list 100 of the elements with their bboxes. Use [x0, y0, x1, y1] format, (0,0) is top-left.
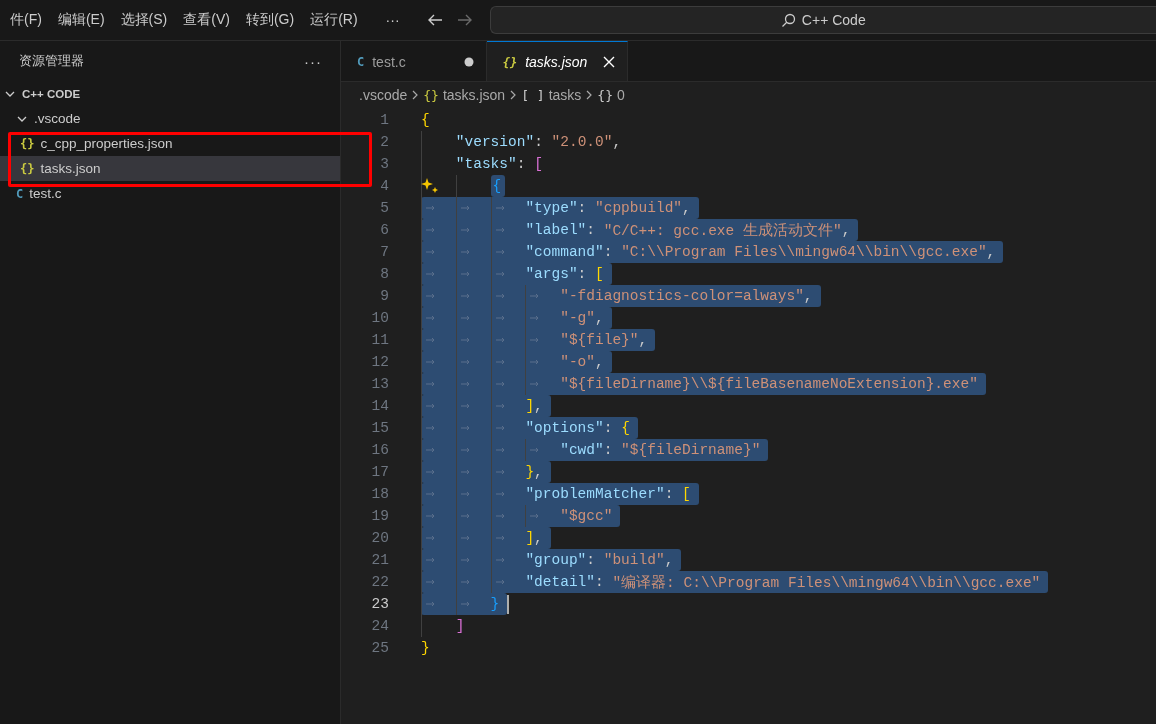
tab-arrow-icon	[460, 293, 471, 299]
code-token: :	[603, 420, 614, 436]
tab-arrow-icon	[495, 227, 506, 233]
tab-arrow-icon	[426, 315, 436, 321]
tab-arrow-icon	[495, 491, 506, 497]
menu-item[interactable]: 运行(R)	[302, 11, 366, 29]
code-token: "${fileDirname}"	[621, 442, 761, 458]
symbol-icon: {}	[423, 87, 439, 103]
code-token: "command"	[525, 244, 604, 260]
file-label: tasks.json	[40, 161, 101, 176]
command-center[interactable]: C++ Code	[489, 6, 1156, 34]
line-number: 2	[379, 134, 389, 150]
breadcrumb-item[interactable]: tasks	[548, 87, 582, 103]
menu-item[interactable]: 查看(V)	[175, 11, 238, 29]
sparkle-icon[interactable]	[421, 177, 439, 195]
tab-arrow-icon	[426, 469, 436, 475]
tab-arrow-icon	[495, 557, 506, 563]
code-token: "group"	[525, 552, 587, 568]
tab-arrow-icon	[426, 205, 436, 211]
folder-label: .vscode	[34, 111, 81, 126]
line-number: 22	[370, 574, 389, 590]
tab-arrow-icon	[460, 381, 471, 387]
tab-arrow-icon	[426, 249, 436, 255]
code-token: "tasks"	[455, 156, 517, 172]
code-token: "label"	[525, 222, 587, 238]
code-token: :	[586, 222, 596, 238]
tab-arrow-icon	[426, 579, 436, 585]
line-number: 11	[370, 332, 389, 348]
menu-item[interactable]: 选择(S)	[112, 11, 176, 29]
line-number: 13	[370, 376, 389, 392]
tab-arrow-icon	[426, 513, 436, 519]
line-number: 12	[370, 354, 389, 370]
more-button[interactable]: ···	[304, 52, 322, 70]
tab-arrow-icon	[426, 535, 436, 541]
breadcrumb-item[interactable]: tasks.json	[442, 87, 506, 103]
code-token: "2.0.0"	[551, 134, 613, 150]
search-text: C++ Code	[801, 12, 866, 28]
tab-arrow-icon	[460, 403, 471, 409]
tree-item[interactable]: C++ CODE	[0, 81, 340, 106]
code-token: "options"	[525, 420, 604, 436]
tab-arrow-icon	[495, 535, 506, 541]
code-token: "-g"	[560, 310, 595, 326]
tree-item[interactable]: .vscode	[0, 106, 340, 131]
code-token: "cppbuild"	[595, 200, 683, 216]
tab-arrow-icon	[426, 381, 436, 387]
breadcrumb-item[interactable]: .vscode	[359, 87, 408, 103]
code-token: :	[603, 244, 614, 260]
line-number: 16	[370, 442, 389, 458]
file-icon: C	[16, 186, 24, 201]
tab-arrow-icon	[495, 579, 506, 585]
file-label: test.c	[29, 186, 62, 201]
tree-item[interactable]: C test.c	[0, 181, 340, 206]
code-token: :	[595, 574, 605, 590]
bracket: [	[682, 486, 691, 502]
code-token: "$gcc"	[560, 508, 613, 524]
tab-arrow-icon	[460, 579, 471, 585]
menu-item[interactable]: 编辑(E)	[49, 11, 113, 29]
code-token: ,	[595, 310, 604, 326]
tree-item[interactable]: {} c_cpp_properties.json	[0, 131, 340, 156]
tab-arrow-icon	[495, 315, 506, 321]
editor-tab[interactable]: {} tasks.json	[486, 41, 629, 81]
tab-arrow-icon	[460, 601, 471, 607]
menu-item[interactable]: 件(F)	[2, 11, 50, 29]
symbol-icon: {}	[597, 87, 613, 103]
code-token: ,	[638, 332, 648, 348]
code-token: ,	[986, 244, 996, 260]
more-button[interactable]: ···	[377, 12, 408, 28]
tab-arrow-icon	[460, 205, 471, 211]
chevron-icon	[585, 89, 594, 101]
code-token: "C/C++: gcc.exe 生成活动文件"	[603, 221, 842, 240]
tab-arrow-icon	[426, 491, 436, 497]
line-number: 19	[370, 508, 389, 524]
breadcrumb-item[interactable]: 0	[617, 87, 625, 103]
folder-label: C++ CODE	[22, 87, 81, 100]
file-icon: C	[357, 54, 365, 69]
code-token: "version"	[455, 134, 535, 150]
tab-arrow-icon	[460, 469, 471, 475]
code-token: :	[603, 442, 614, 458]
tree-item[interactable]: {} tasks.json	[0, 156, 340, 181]
code-token: ,	[841, 222, 851, 238]
bracket: {	[621, 420, 630, 436]
line-number: 24	[370, 618, 389, 634]
tab-arrow-icon	[426, 359, 436, 365]
code-token: :	[534, 134, 544, 150]
tab-arrow-icon	[426, 403, 436, 409]
tab-arrow-icon	[460, 271, 471, 277]
tab-arrow-icon	[495, 447, 506, 453]
line-number: 23	[370, 596, 389, 612]
arrow-left-icon	[426, 13, 443, 27]
tab-arrow-icon	[495, 359, 506, 365]
tab-arrow-icon	[530, 293, 541, 299]
bracket: ]	[525, 530, 535, 546]
menu-item[interactable]: 转到(G)	[237, 11, 303, 29]
tab-arrow-icon	[460, 249, 471, 255]
tab-arrow-icon	[460, 557, 471, 563]
tab-arrow-icon	[426, 557, 436, 563]
line-number: 9	[379, 288, 389, 304]
close-icon[interactable]	[603, 55, 616, 68]
panel-title: 资源管理器	[19, 52, 84, 70]
search-icon	[780, 12, 796, 28]
